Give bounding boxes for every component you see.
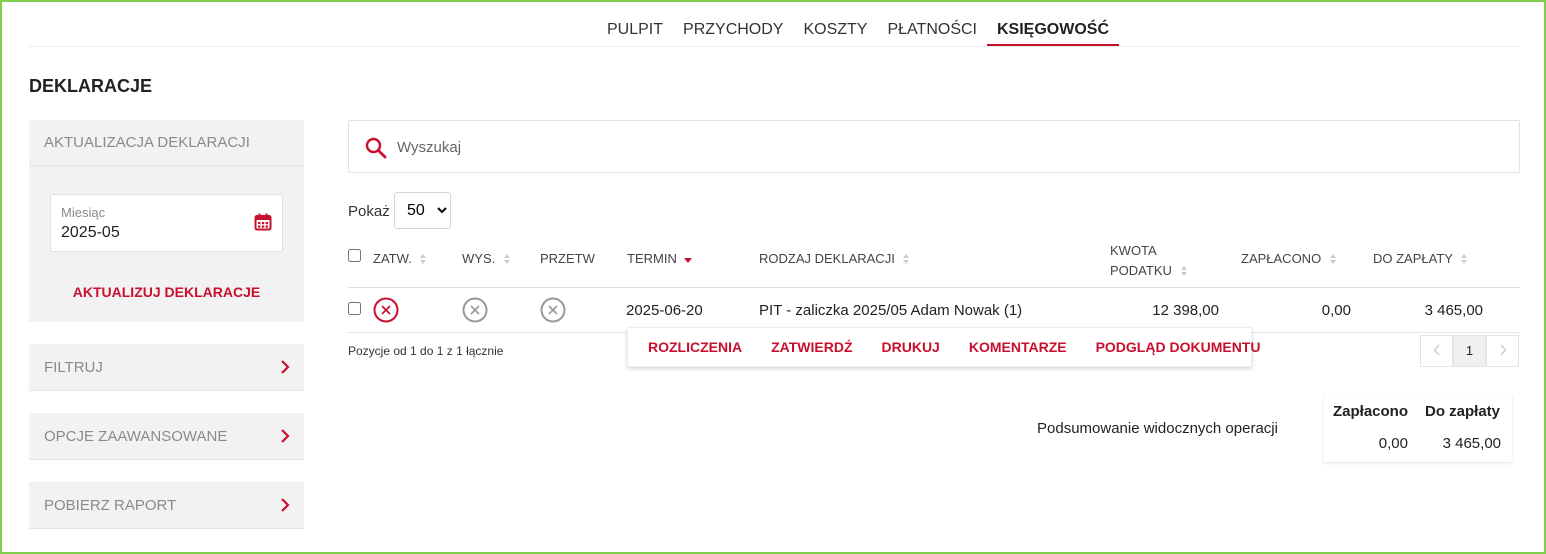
search-input[interactable] xyxy=(395,133,1495,161)
filter-section[interactable]: FILTRUJ xyxy=(29,344,304,391)
row-tax-amount: 12 398,00 xyxy=(1152,302,1219,319)
row-due: 3 465,00 xyxy=(1424,302,1483,319)
tab-platnosci[interactable]: PŁATNOŚCI xyxy=(877,20,987,46)
summary-paid-value: 0,00 xyxy=(1378,435,1408,452)
update-section-body: Miesiąc 2025-05 AKTUALIZUJ DEKLARACJE xyxy=(29,166,304,322)
header-approved-label: ZATW. xyxy=(373,251,412,266)
month-value[interactable]: 2025-05 xyxy=(61,224,120,242)
approve-button[interactable]: ZATWIERDŹ xyxy=(771,339,852,355)
calendar-icon[interactable] xyxy=(254,213,272,231)
top-navigation: PULPIT PRZYCHODY KOSZTY PŁATNOŚCI KSIĘGO… xyxy=(29,12,1520,47)
header-sent-label: WYS. xyxy=(462,251,496,266)
not-approved-icon[interactable] xyxy=(373,297,399,323)
table-header: ZATW. WYS. PRZETW TERMIN RODZAJ DEKLARAC… xyxy=(348,234,1520,288)
sort-desc-icon xyxy=(684,258,693,263)
header-paid-label: ZAPŁACONO xyxy=(1241,251,1322,266)
not-sent-icon[interactable] xyxy=(462,297,488,323)
download-report-label: POBIERZ RAPORT xyxy=(44,497,177,514)
summary-due-header: Do zapłaty xyxy=(1425,403,1501,420)
header-deadline-label: TERMIN xyxy=(627,251,677,266)
header-due[interactable]: DO ZAPŁATY xyxy=(1373,251,1468,266)
row-declaration-type[interactable]: PIT - zaliczka 2025/05 Adam Nowak (1) xyxy=(759,302,1022,319)
pagination: 1 xyxy=(1420,335,1519,367)
month-label: Miesiąc xyxy=(61,205,106,220)
row-deadline: 2025-06-20 xyxy=(626,302,703,319)
nav-tabs: PULPIT PRZYCHODY KOSZTY PŁATNOŚCI KSIĘGO… xyxy=(597,20,1119,46)
comments-button[interactable]: KOMENTARZE xyxy=(969,339,1067,355)
summary-paid-header: Zapłacono xyxy=(1333,403,1409,420)
header-deadline[interactable]: TERMIN xyxy=(627,251,693,266)
search-icon xyxy=(365,137,387,159)
sort-icon xyxy=(903,254,910,264)
row-checkbox[interactable] xyxy=(348,302,361,315)
pagination-info: Pozycje od 1 do 1 z 1 łącznie xyxy=(348,344,504,358)
header-sent[interactable]: WYS. xyxy=(462,251,511,266)
tab-przychody[interactable]: PRZYCHODY xyxy=(673,20,793,46)
tab-pulpit[interactable]: PULPIT xyxy=(597,20,673,46)
chevron-right-icon xyxy=(281,360,290,374)
page-number-button[interactable]: 1 xyxy=(1453,335,1486,367)
next-page-button[interactable] xyxy=(1486,335,1519,367)
select-all-checkbox[interactable] xyxy=(348,249,361,262)
header-due-label: DO ZAPŁATY xyxy=(1373,251,1453,266)
app-frame: PULPIT PRZYCHODY KOSZTY PŁATNOŚCI KSIĘGO… xyxy=(0,0,1546,554)
update-section-header: AKTUALIZACJA DEKLARACJI xyxy=(29,120,304,166)
chevron-right-icon xyxy=(281,429,290,443)
summary-box: Zapłacono Do zapłaty 0,00 3 465,00 xyxy=(1324,394,1512,462)
left-panel: AKTUALIZACJA DEKLARACJI Miesiąc 2025-05 xyxy=(29,120,304,529)
header-processed: PRZETW xyxy=(540,251,595,266)
filter-label: FILTRUJ xyxy=(44,359,103,376)
prev-page-button[interactable] xyxy=(1420,335,1453,367)
sort-icon xyxy=(1180,266,1187,276)
download-report-section[interactable]: POBIERZ RAPORT xyxy=(29,482,304,529)
page-size-select[interactable]: 50 xyxy=(394,192,451,229)
advanced-options-section[interactable]: OPCJE ZAAWANSOWANE xyxy=(29,413,304,460)
header-amount-line1: KWOTA xyxy=(1110,243,1157,258)
header-type[interactable]: RODZAJ DEKLARACJI xyxy=(759,251,910,266)
header-approved[interactable]: ZATW. xyxy=(373,251,427,266)
sort-icon xyxy=(1329,254,1336,264)
row-paid: 0,00 xyxy=(1321,302,1351,319)
month-field[interactable]: Miesiąc 2025-05 xyxy=(50,194,283,252)
advanced-options-label: OPCJE ZAAWANSOWANE xyxy=(44,428,228,445)
chevron-right-icon xyxy=(1499,344,1506,356)
header-amount-line2: PODATKU xyxy=(1110,263,1172,278)
update-declarations-button[interactable]: AKTUALIZUJ DEKLARACJE xyxy=(29,284,304,300)
sort-icon xyxy=(503,254,510,264)
document-preview-button[interactable]: PODGLĄD DOKUMENTU xyxy=(1096,339,1261,355)
search-bar[interactable] xyxy=(348,120,1520,173)
row-actions-menu: ROZLICZENIA ZATWIERDŹ DRUKUJ KOMENTARZE … xyxy=(627,327,1260,367)
settlements-button[interactable]: ROZLICZENIA xyxy=(648,339,742,355)
page-title: DEKLARACJE xyxy=(29,76,153,96)
header-amount[interactable]: KWOTA PODATKU xyxy=(1110,241,1188,281)
sort-icon xyxy=(420,254,427,264)
tab-ksiegowosc[interactable]: KSIĘGOWOŚĆ xyxy=(986,20,1119,46)
header-paid[interactable]: ZAPŁACONO xyxy=(1241,251,1337,266)
print-button[interactable]: DRUKUJ xyxy=(882,339,940,355)
summary-label: Podsumowanie widocznych operacji xyxy=(1037,420,1278,437)
page-size-label: Pokaż xyxy=(348,203,390,220)
header-type-label: RODZAJ DEKLARACJI xyxy=(759,251,895,266)
sort-icon xyxy=(1461,254,1468,264)
chevron-right-icon xyxy=(281,498,290,512)
tab-koszty[interactable]: KOSZTY xyxy=(793,20,877,46)
chevron-left-icon xyxy=(1433,344,1440,356)
summary-due-value: 3 465,00 xyxy=(1442,435,1501,452)
not-processed-icon[interactable] xyxy=(540,297,566,323)
